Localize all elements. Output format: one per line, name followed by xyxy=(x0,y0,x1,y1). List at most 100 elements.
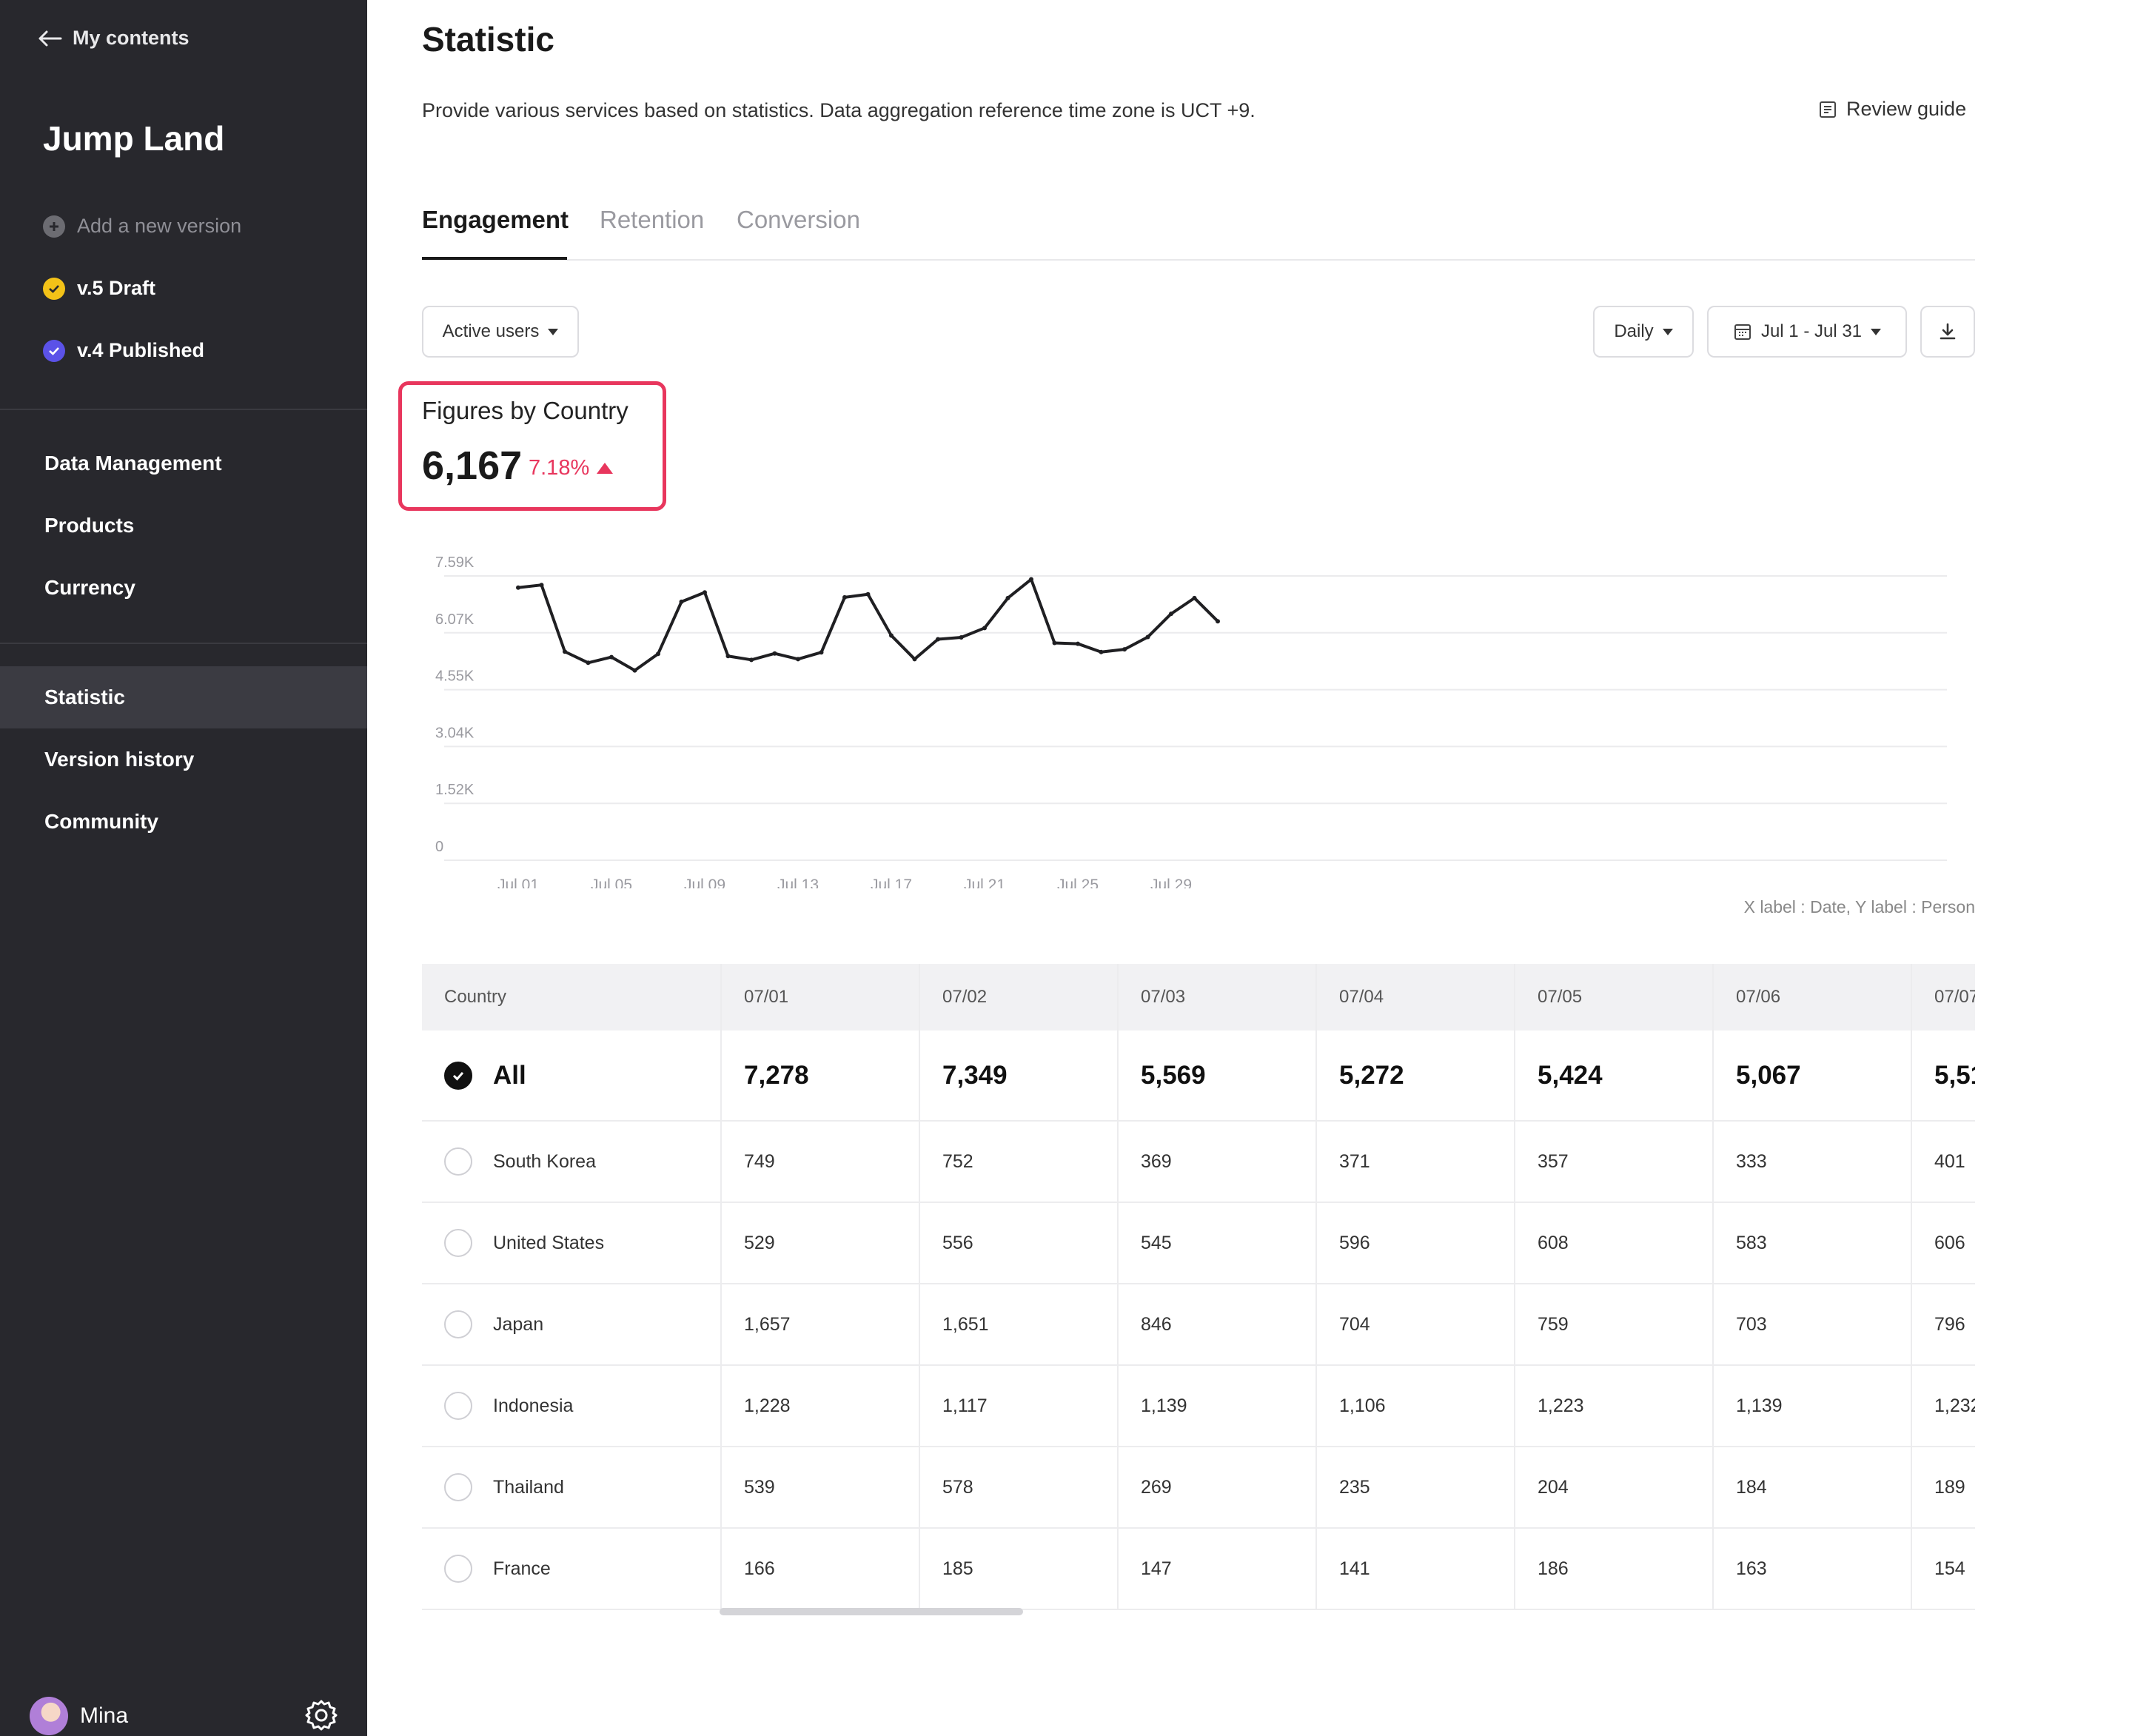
table-row[interactable]: South Korea 749 752 369 371 357 333 401 xyxy=(422,1121,1975,1203)
date-range-picker[interactable]: Jul 1 - Jul 31 xyxy=(1707,306,1907,358)
download-button[interactable] xyxy=(1920,306,1975,358)
nav-item-currency[interactable]: Currency xyxy=(0,557,367,619)
data-point xyxy=(1145,634,1150,640)
data-point xyxy=(912,657,917,662)
country-label: Thailand xyxy=(493,1476,564,1498)
back-label: My contents xyxy=(73,27,190,49)
data-point xyxy=(1216,619,1220,624)
table-cell: 1,117 xyxy=(919,1365,1118,1447)
data-point xyxy=(516,585,520,590)
check-icon xyxy=(43,277,65,300)
version-item-published[interactable]: v.4 Published xyxy=(43,339,204,362)
radio-button[interactable] xyxy=(444,1147,472,1176)
table-row[interactable]: France 166 185 147 141 186 163 154 xyxy=(422,1528,1975,1610)
table-cell: 5,067 xyxy=(1712,1030,1911,1122)
column-header: Country xyxy=(422,964,721,1030)
table-cell: 269 xyxy=(1117,1447,1316,1529)
table-row[interactable]: Indonesia 1,228 1,117 1,139 1,106 1,223 … xyxy=(422,1365,1975,1447)
data-point xyxy=(796,657,800,662)
country-cell: France xyxy=(422,1528,721,1610)
table-row-all[interactable]: All 7,278 7,349 5,569 5,272 5,424 5,067 … xyxy=(422,1030,1975,1122)
data-point xyxy=(842,594,847,600)
change-percent: 7.18% xyxy=(529,456,590,480)
table-cell: 556 xyxy=(919,1202,1118,1284)
x-tick-label: Jul 13 xyxy=(777,877,819,888)
data-point xyxy=(1169,611,1173,617)
country-cell: Japan xyxy=(422,1284,721,1366)
data-point xyxy=(1029,577,1033,582)
add-version-button[interactable]: Add a new version xyxy=(43,215,241,238)
plus-icon xyxy=(43,215,65,238)
country-label: United States xyxy=(493,1232,605,1253)
horizontal-scrollbar[interactable] xyxy=(720,1608,1023,1615)
table-cell: 401 xyxy=(1911,1121,1975,1203)
table-row[interactable]: Japan 1,657 1,651 846 704 759 703 796 xyxy=(422,1284,1975,1366)
nav-item-data-management[interactable]: Data Management xyxy=(0,432,367,495)
radio-button[interactable] xyxy=(444,1392,472,1420)
axis-note: X label : Date, Y label : Person xyxy=(1743,897,1975,916)
user-profile[interactable]: Mina xyxy=(30,1697,128,1735)
nav-item-products[interactable]: Products xyxy=(0,495,367,557)
country-label: South Korea xyxy=(493,1150,596,1172)
add-version-label: Add a new version xyxy=(77,215,242,237)
review-guide-link[interactable]: Review guide xyxy=(1818,98,1966,121)
data-point xyxy=(1192,595,1197,600)
radio-button[interactable] xyxy=(444,1473,472,1501)
back-to-my-contents-link[interactable]: My contents xyxy=(37,27,190,50)
country-label: Japan xyxy=(493,1313,544,1335)
table-row[interactable]: Thailand 539 578 269 235 204 184 189 xyxy=(422,1447,1975,1529)
caret-down-icon xyxy=(1662,328,1673,335)
tabs-divider xyxy=(422,259,1975,261)
data-point xyxy=(959,634,964,640)
table-cell: 796 xyxy=(1911,1284,1975,1366)
table-cell: 141 xyxy=(1315,1528,1515,1610)
data-point xyxy=(586,660,591,666)
tab-engagement[interactable]: Engagement xyxy=(422,206,569,234)
table-cell: 1,657 xyxy=(720,1284,919,1366)
tab-conversion[interactable]: Conversion xyxy=(737,206,860,234)
country-cell: Thailand xyxy=(422,1447,721,1529)
tab-retention[interactable]: Retention xyxy=(600,206,704,234)
table-cell: 163 xyxy=(1712,1528,1911,1610)
table-cell: 846 xyxy=(1117,1284,1316,1366)
x-tick-label: Jul 17 xyxy=(871,877,912,888)
divider xyxy=(0,409,367,410)
table-cell: 539 xyxy=(720,1447,919,1529)
table-cell: 204 xyxy=(1514,1447,1713,1529)
data-point xyxy=(563,649,567,654)
country-table: Country 07/01 07/02 07/03 07/04 07/05 07… xyxy=(422,964,1975,1615)
nav-item-community[interactable]: Community xyxy=(0,791,367,853)
radio-button[interactable] xyxy=(444,1555,472,1583)
interval-dropdown-label: Daily xyxy=(1614,321,1654,341)
x-tick-label: Jul 25 xyxy=(1057,877,1099,888)
check-icon[interactable] xyxy=(444,1061,472,1090)
review-guide-label: Review guide xyxy=(1846,98,1967,120)
nav-item-version-history[interactable]: Version history xyxy=(0,728,367,791)
table-row[interactable]: United States 529 556 545 596 608 583 60… xyxy=(422,1202,1975,1284)
y-tick-label: 4.55K xyxy=(435,668,475,685)
table-cell: 703 xyxy=(1712,1284,1911,1366)
data-point xyxy=(703,590,707,595)
table-cell: 749 xyxy=(720,1121,919,1203)
metric-dropdown-label: Active users xyxy=(442,321,540,341)
table-cell: 1,139 xyxy=(1712,1365,1911,1447)
metric-dropdown[interactable]: Active users xyxy=(422,306,579,358)
table-cell: 704 xyxy=(1315,1284,1515,1366)
nav-item-statistic[interactable]: Statistic xyxy=(0,666,367,728)
table-cell: 186 xyxy=(1514,1528,1713,1610)
check-icon xyxy=(43,339,65,362)
data-point xyxy=(1099,649,1104,654)
table-cell: 371 xyxy=(1315,1121,1515,1203)
data-point xyxy=(889,633,894,638)
table-cell: 1,651 xyxy=(919,1284,1118,1366)
sidebar: My contents Jump Land Add a new version … xyxy=(0,0,367,1736)
gear-icon[interactable] xyxy=(304,1698,339,1733)
version-item-draft[interactable]: v.5 Draft xyxy=(43,277,155,300)
data-point xyxy=(1052,640,1057,646)
interval-dropdown[interactable]: Daily xyxy=(1593,306,1694,358)
data-point xyxy=(632,668,637,673)
radio-button[interactable] xyxy=(444,1310,472,1338)
column-header: 07/07 xyxy=(1911,964,1975,1030)
radio-button[interactable] xyxy=(444,1229,472,1257)
page-description: Provide various services based on statis… xyxy=(422,99,1256,121)
